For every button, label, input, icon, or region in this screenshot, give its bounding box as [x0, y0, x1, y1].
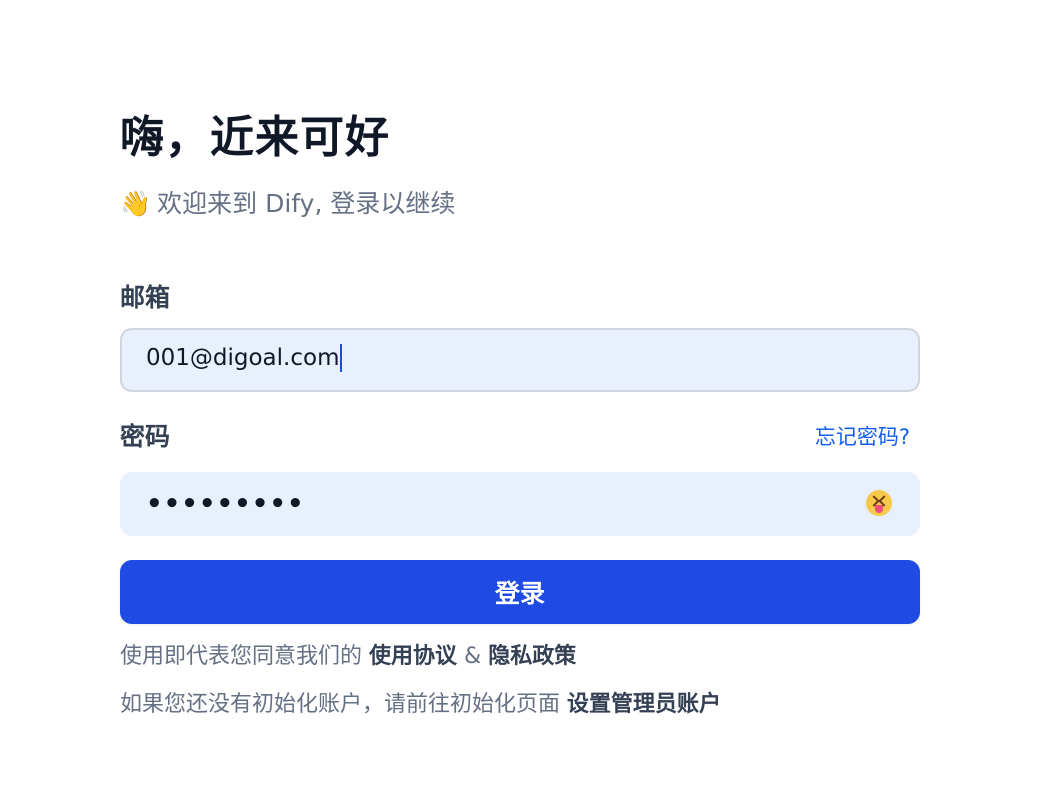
- text-caret: [340, 344, 343, 372]
- password-field[interactable]: •••••••••: [120, 472, 920, 536]
- password-mask: •••••••••: [146, 489, 305, 519]
- subtitle-text: 欢迎来到 Dify, 登录以继续: [157, 189, 456, 218]
- email-field[interactable]: 001@digoal.com: [120, 328, 920, 392]
- terms-of-use-link[interactable]: 使用协议: [369, 644, 457, 669]
- page-subtitle: 👋 欢迎来到 Dify, 登录以继续: [120, 186, 455, 222]
- waving-hand-icon: 👋: [120, 189, 152, 218]
- terms-prefix: 使用即代表您同意我们的: [120, 644, 363, 669]
- forgot-password-link[interactable]: 忘记密码?: [815, 421, 910, 453]
- init-notice: 如果您还没有初始化账户，请前往初始化页面 设置管理员账户: [120, 690, 721, 720]
- init-text: 如果您还没有初始化账户，请前往初始化页面: [120, 692, 561, 717]
- terms-notice: 使用即代表您同意我们的 使用协议 & 隐私政策: [120, 642, 576, 672]
- password-label: 密码: [120, 422, 171, 451]
- squinting-face-with-tongue-icon[interactable]: [866, 490, 892, 516]
- terms-ampersand: &: [464, 644, 482, 669]
- login-button[interactable]: 登录: [120, 560, 920, 624]
- email-label: 邮箱: [120, 283, 171, 312]
- email-value: 001@digoal.com: [146, 345, 340, 371]
- privacy-policy-link[interactable]: 隐私政策: [488, 644, 576, 669]
- password-value-wrapper: •••••••••: [146, 472, 305, 536]
- page-title: 嗨，近来可好: [120, 112, 390, 163]
- email-value-wrapper: 001@digoal.com: [146, 328, 343, 388]
- login-page: 嗨，近来可好 👋 欢迎来到 Dify, 登录以继续 邮箱 001@digoal.c…: [0, 0, 1042, 806]
- setup-admin-account-link[interactable]: 设置管理员账户: [567, 692, 721, 717]
- tongue: [875, 505, 883, 513]
